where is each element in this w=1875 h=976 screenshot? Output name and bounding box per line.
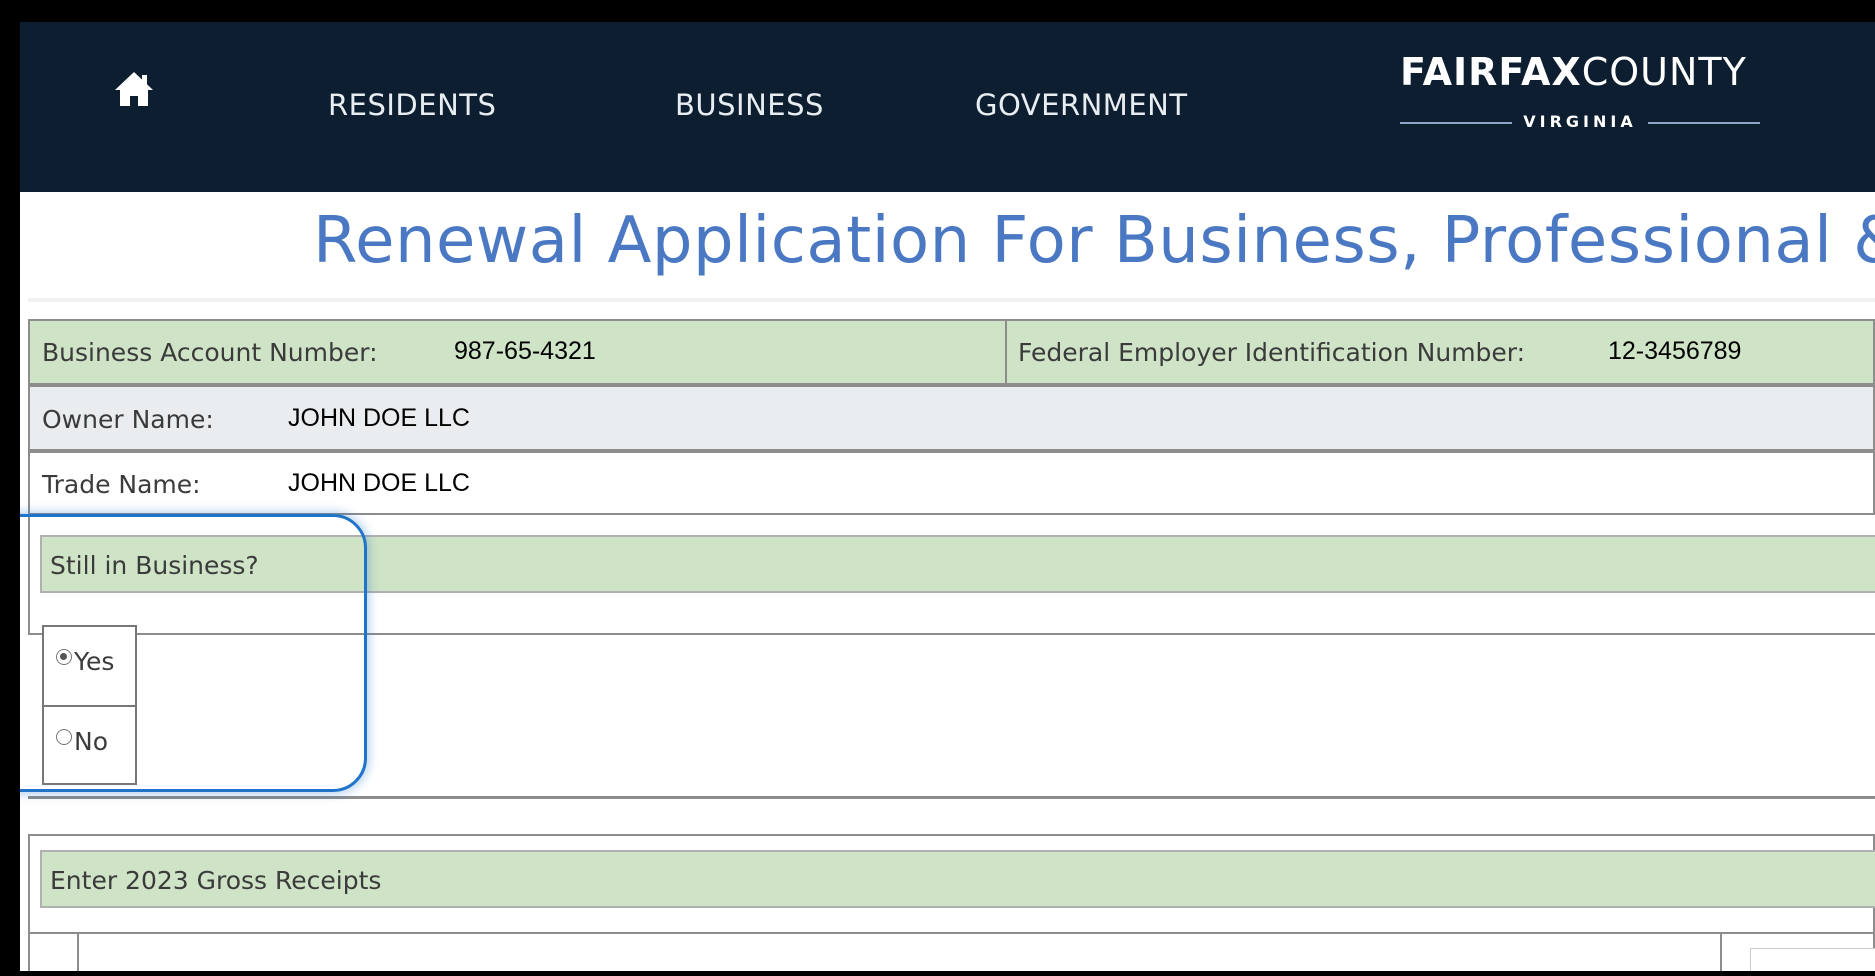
top-navigation-bar: RESIDENTS BUSINESS GOVERNMENT FAIRFAXCOU… — [20, 22, 1875, 192]
fein-label: Federal Employer Identification Number: — [1018, 338, 1526, 367]
row-divider — [1005, 321, 1007, 383]
page-title: Renewal Application For Business, Profes… — [313, 204, 1875, 278]
table-column-divider — [1720, 934, 1722, 971]
gross-receipts-table — [30, 932, 1875, 971]
logo-subtitle: VIRGINIA — [1400, 112, 1760, 132]
fairfax-county-logo[interactable]: FAIRFAXCOUNTY VIRGINIA — [1400, 50, 1760, 150]
title-divider — [28, 298, 1875, 302]
nav-residents-link[interactable]: RESIDENTS — [328, 88, 496, 122]
nav-government-link[interactable]: GOVERNMENT — [975, 88, 1188, 122]
business-account-value: 987-65-4321 — [454, 337, 596, 365]
browser-frame: RESIDENTS BUSINESS GOVERNMENT FAIRFAXCOU… — [20, 22, 1875, 971]
gross-receipts-title: Enter 2023 Gross Receipts — [50, 866, 382, 895]
owner-name-row: Owner Name: JOHN DOE LLC — [28, 385, 1875, 451]
gross-receipts-header: Enter 2023 Gross Receipts — [40, 850, 1875, 908]
owner-name-value: JOHN DOE LLC — [288, 404, 470, 432]
trade-name-row: Trade Name: JOHN DOE LLC — [28, 451, 1875, 515]
fein-value: 12-3456789 — [1608, 337, 1742, 365]
callout-highlight — [20, 514, 367, 792]
account-info-row: Business Account Number: 987-65-4321 Fed… — [28, 319, 1875, 385]
gross-receipts-section: Enter 2023 Gross Receipts — [28, 834, 1875, 971]
table-column-divider — [77, 934, 79, 971]
trade-name-label: Trade Name: — [42, 470, 201, 499]
gross-receipts-input[interactable] — [1750, 948, 1875, 971]
nav-business-link[interactable]: BUSINESS — [675, 88, 824, 122]
section-divider — [28, 796, 1875, 799]
trade-name-value: JOHN DOE LLC — [288, 469, 470, 497]
logo-wordmark: FAIRFAXCOUNTY — [1400, 50, 1747, 94]
owner-name-label: Owner Name: — [42, 405, 214, 434]
business-account-label: Business Account Number: — [42, 338, 378, 367]
home-icon[interactable] — [113, 69, 155, 109]
